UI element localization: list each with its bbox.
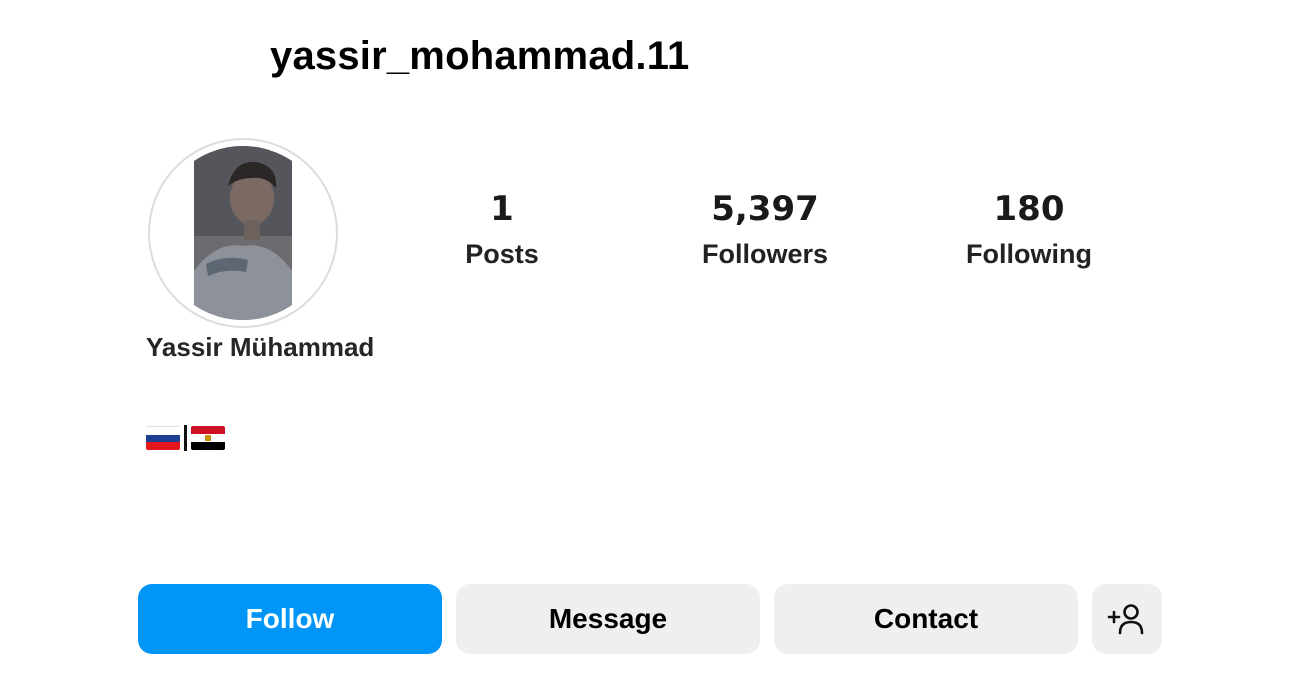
add-user-button[interactable] bbox=[1092, 584, 1162, 654]
message-button[interactable]: Message bbox=[456, 584, 760, 654]
stat-posts-label: Posts bbox=[465, 239, 539, 269]
stat-following-count: 180 bbox=[993, 189, 1065, 229]
stat-following[interactable]: 180 Following bbox=[919, 186, 1139, 272]
profile-username: yassir_mohammad.11 bbox=[270, 34, 690, 78]
profile-bio bbox=[146, 424, 225, 452]
divider-bar bbox=[184, 425, 187, 451]
profile-photo bbox=[194, 146, 292, 320]
profile-full-name: Yassir Mühammad bbox=[146, 332, 375, 362]
stat-followers[interactable]: 5,397 Followers bbox=[655, 186, 875, 272]
stat-posts-count: 1 bbox=[490, 189, 514, 229]
stat-posts[interactable]: 1 Posts bbox=[392, 186, 612, 272]
stat-followers-label: Followers bbox=[701, 239, 829, 269]
contact-button[interactable]: Contact bbox=[774, 584, 1078, 654]
stat-following-label: Following bbox=[966, 239, 1092, 269]
russia-flag-icon bbox=[146, 426, 180, 450]
follow-button[interactable]: Follow bbox=[138, 584, 442, 654]
avatar[interactable] bbox=[156, 146, 330, 320]
add-user-icon bbox=[1107, 604, 1144, 635]
egypt-flag-icon bbox=[191, 426, 225, 450]
stat-followers-count: 5,397 bbox=[711, 189, 819, 229]
